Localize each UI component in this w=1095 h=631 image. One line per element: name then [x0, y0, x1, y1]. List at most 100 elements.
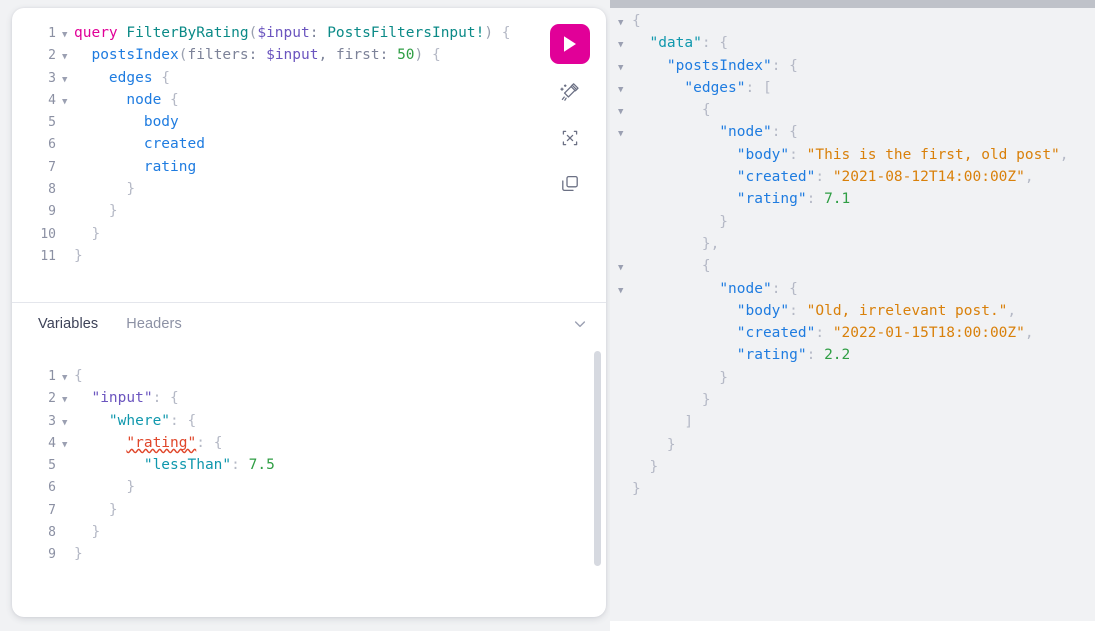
code-token: FilterByRating	[126, 25, 249, 41]
fold-toggle-icon[interactable]: ▼	[610, 12, 632, 34]
code-line-text: }	[74, 223, 606, 245]
line-number: 8	[48, 182, 56, 198]
variables-editor-region[interactable]: 1 ▼{2 ▼ "input": {3 ▼ "where": {4 ▼ "rating"…	[12, 345, 606, 617]
code-token: :	[152, 390, 171, 407]
code-token: "postsIndex"	[666, 57, 772, 74]
fold-toggle-icon[interactable]: ▼	[610, 280, 632, 302]
query-editor-region[interactable]: 1 ▼ query FilterByRating($input: PostsFilt…	[12, 8, 606, 302]
code-token: }	[74, 247, 83, 264]
code-token: :	[815, 169, 833, 186]
response-line-text: }	[632, 478, 1095, 500]
query-editor[interactable]: 1 ▼ query FilterByRating($input: PostsFilt…	[12, 8, 606, 267]
code-line-text: }	[74, 200, 606, 222]
code-token: }	[74, 501, 118, 518]
code-token: :	[701, 35, 720, 52]
response-line-text: "data": {	[632, 32, 1095, 54]
response-line-text: "postsIndex": {	[632, 55, 1095, 77]
fold-toggle-icon[interactable]: ▼	[610, 101, 632, 123]
response-horizontal-scrollbar[interactable]	[610, 0, 1095, 8]
prettify-broom-icon[interactable]	[552, 74, 588, 110]
fold-toggle-icon[interactable]: ▼	[610, 257, 632, 279]
code-token: }	[632, 436, 676, 453]
variables-scrollbar[interactable]	[594, 351, 601, 566]
code-token: 7.1	[824, 191, 851, 208]
code-token: "Old, irrelevant post."	[806, 302, 1008, 319]
code-token: body	[143, 114, 179, 131]
response-line: ▼{	[610, 10, 1095, 32]
response-line-text: "rating": 2.2	[632, 344, 1095, 366]
code-line-text: node {	[74, 89, 606, 111]
fold-toggle-icon[interactable]: ▼	[610, 57, 632, 79]
line-number: 4	[48, 92, 56, 108]
code-line-text: query FilterByRating($input: PostsFilter…	[74, 22, 606, 44]
response-line: ▼ "data": {	[610, 32, 1095, 54]
code-token: 7.5	[248, 457, 275, 474]
copy-icon[interactable]	[552, 166, 588, 202]
code-token: [	[762, 79, 772, 96]
fold-toggle-icon[interactable]: ▼	[60, 434, 74, 456]
code-line-text: }	[74, 521, 606, 543]
code-line: 3 ▼ "where": {	[12, 410, 606, 432]
chevron-down-icon[interactable]	[572, 316, 588, 332]
response-line: "created": "2022-01-15T18:00:00Z",	[610, 322, 1095, 344]
code-token: filters	[187, 47, 249, 64]
fold-toggle-icon[interactable]: ▼	[60, 389, 74, 411]
code-line: 4 ▼ "rating": {	[12, 432, 606, 454]
fold-toggle-icon[interactable]: ▼	[610, 123, 632, 145]
code-line: 10 }	[12, 223, 606, 245]
code-line: 4 ▼ node {	[12, 89, 606, 111]
code-token: {	[719, 35, 729, 52]
fold-toggle-icon[interactable]: ▼	[60, 367, 74, 389]
line-number: 6	[48, 480, 56, 496]
response-panel: ▼{▼ "data": {▼ "postsIndex": {▼ "edges":…	[610, 0, 1095, 631]
code-line: 1 ▼{	[12, 365, 606, 387]
code-token: (	[178, 47, 188, 64]
fold-toggle-icon[interactable]: ▼	[60, 69, 74, 91]
code-token: :	[231, 457, 249, 474]
line-number: 2	[48, 391, 56, 407]
variables-editor[interactable]: 1 ▼{2 ▼ "input": {3 ▼ "where": {4 ▼ "rating"…	[12, 345, 606, 566]
fold-toggle-icon[interactable]: ▼	[610, 34, 632, 56]
play-icon	[562, 35, 578, 53]
fold-toggle-icon[interactable]: ▼	[60, 412, 74, 434]
code-token: ,	[1024, 169, 1034, 186]
tab-headers[interactable]: Headers	[126, 316, 182, 332]
execute-query-button[interactable]	[550, 24, 590, 64]
line-number: 10	[40, 226, 56, 242]
code-token: "edges"	[684, 79, 746, 96]
fold-toggle-icon[interactable]: ▼	[610, 79, 632, 101]
code-line-text: body	[74, 111, 606, 133]
response-viewer[interactable]: ▼{▼ "data": {▼ "postsIndex": {▼ "edges":…	[610, 0, 1095, 501]
fold-toggle-icon[interactable]: ▼	[60, 46, 74, 68]
code-line-text: }	[74, 245, 606, 267]
line-number: 8	[48, 525, 56, 541]
response-line: }	[610, 389, 1095, 411]
code-token: :	[309, 25, 328, 41]
merge-fragments-icon[interactable]	[552, 120, 588, 156]
code-token: ,	[1059, 146, 1069, 163]
response-line-text: "created": "2021-08-12T14:00:00Z",	[632, 166, 1095, 188]
tab-variables[interactable]: Variables	[38, 316, 98, 332]
code-token: {	[632, 13, 641, 29]
fold-toggle-icon[interactable]: ▼	[60, 24, 74, 46]
code-line-text: }	[74, 178, 606, 200]
response-line: "body": "Old, irrelevant post.",	[610, 300, 1095, 322]
code-line-text: created	[74, 133, 606, 155]
fold-toggle-icon[interactable]: ▼	[60, 91, 74, 113]
